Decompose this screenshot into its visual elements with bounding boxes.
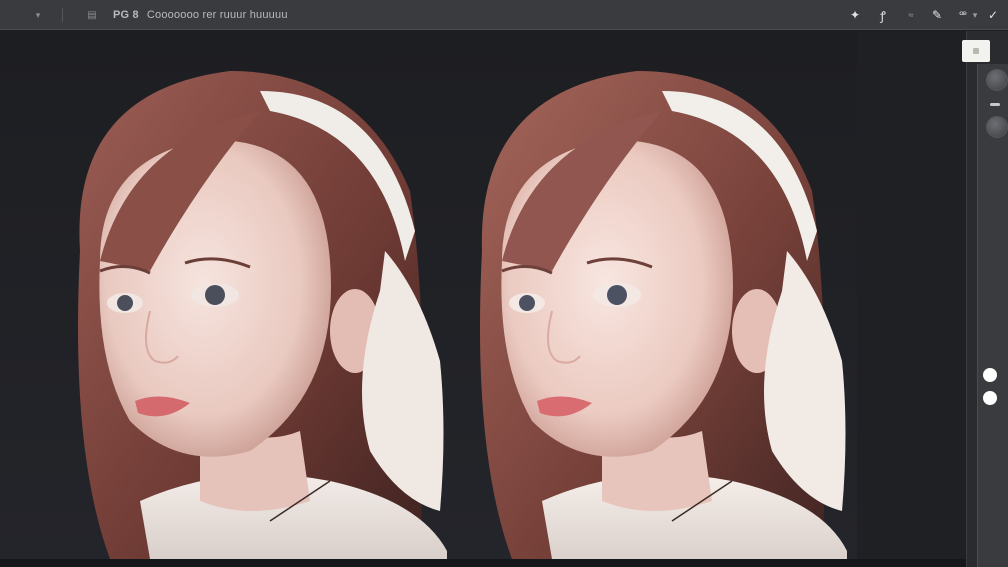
dial-icon[interactable]	[986, 116, 1008, 138]
lasso-icon[interactable]: ꝭ	[874, 0, 892, 30]
document-code: PG 8	[113, 9, 139, 21]
canvas-footer-strip	[0, 559, 966, 567]
document-name: Cooooooo rer ruuur huuuuu	[146, 9, 288, 21]
document-title: PG 8 Cooooooo rer ruuur huuuuu	[113, 0, 288, 30]
dial-icon[interactable]	[986, 69, 1008, 91]
chevron-down-icon[interactable]: ▾	[30, 0, 46, 30]
dropdown-icon[interactable]: ▾	[966, 0, 984, 30]
swap-icon[interactable]: ✓	[984, 0, 1002, 30]
move-icon[interactable]: ✦	[846, 0, 864, 30]
document-icon[interactable]: ▤	[84, 0, 100, 30]
dot-indicator[interactable]	[983, 368, 997, 382]
portrait-image-after	[480, 71, 847, 559]
document-before[interactable]	[0, 31, 447, 559]
dot-indicator[interactable]	[983, 391, 997, 405]
toolbar-divider	[62, 8, 63, 22]
panel-track	[977, 64, 1008, 567]
pen-icon[interactable]: ✎	[928, 0, 946, 30]
square-icon[interactable]	[962, 40, 990, 62]
right-tool-panel	[966, 31, 1008, 567]
portrait-image-before	[78, 71, 447, 559]
document-after[interactable]	[447, 31, 857, 559]
top-toolbar: ▾ ▤ PG 8 Cooooooo rer ruuur huuuuu ✦ ꝭ ≈…	[0, 0, 1008, 30]
brush-icon[interactable]: ≈	[902, 0, 920, 30]
minus-icon[interactable]	[990, 103, 1000, 106]
canvas-area[interactable]	[0, 31, 966, 567]
